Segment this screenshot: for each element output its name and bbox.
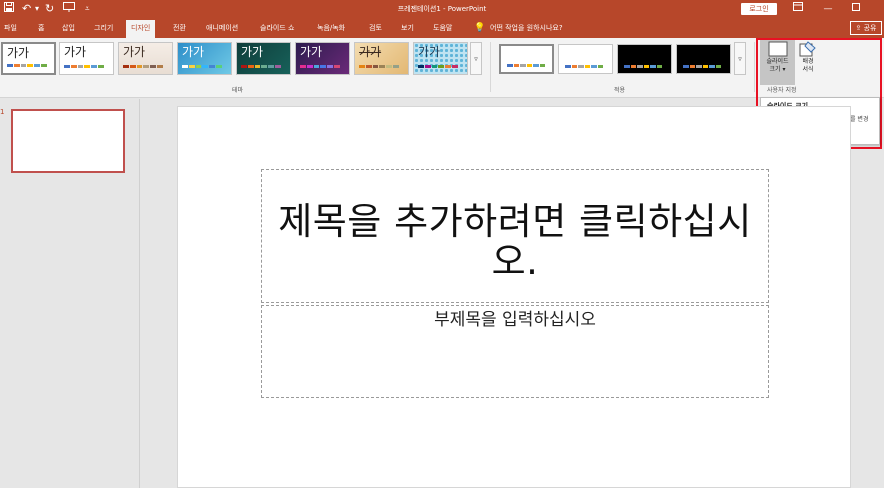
tab-draw[interactable]: 그리기 (94, 22, 113, 35)
tab-design[interactable]: 디자인 (126, 20, 156, 38)
subtitle-placeholder-text: 부제목을 입력하십시오 (434, 310, 596, 330)
minimize-icon[interactable]: — (820, 2, 836, 16)
tab-file[interactable]: 파일 (4, 22, 17, 35)
theme-slice[interactable]: 가가 (413, 42, 468, 75)
theme-sample-text: 가가 (64, 45, 87, 59)
theme-organic[interactable]: 가가 (295, 42, 350, 75)
theme-sample-text: 가가 (182, 45, 205, 59)
group-separator (490, 42, 491, 92)
theme-sample-text: 가가 (418, 45, 441, 59)
theme-office[interactable]: 가가 (1, 42, 56, 75)
tab-review[interactable]: 검토 (369, 22, 382, 35)
tab-help[interactable]: 도움말 (433, 22, 452, 35)
title-placeholder-text: 제목을 추가하려면 클릭하십시오. (278, 200, 752, 283)
tab-view[interactable]: 보기 (401, 22, 414, 35)
variant-2[interactable] (558, 44, 613, 74)
variant-gallery-more-icon[interactable]: ▿ (734, 42, 746, 75)
theme-sample-text: 가가 (359, 45, 382, 59)
theme-ion-boardroom[interactable]: 가가 (236, 42, 291, 75)
tab-record[interactable]: 녹음/녹화 (317, 22, 345, 35)
share-icon: ⇪ (855, 24, 862, 32)
theme-sample-text: 가가 (241, 45, 264, 59)
theme-office-2[interactable]: 가가 (59, 42, 114, 75)
tab-transitions[interactable]: 전환 (173, 22, 186, 35)
maximize-icon[interactable] (848, 2, 864, 16)
variants-group-label: 적용 (614, 87, 626, 94)
slide-canvas[interactable]: 제목을 추가하려면 클릭하십시오. 부제목을 입력하십시오 (177, 106, 851, 488)
title-bar: ↶ ▾ ↻ ⩡ 프레젠테이션1 - PowerPoint 로그인 — (0, 0, 884, 19)
theme-sample-text: 가가 (300, 45, 323, 59)
tab-home[interactable]: 홈 (38, 22, 44, 35)
share-label: 공유 (863, 24, 877, 32)
slide-thumbnail[interactable] (11, 109, 125, 173)
ribbon-tab-row: 파일 홈 삽입 그리기 디자인 전환 애니메이션 슬라이드 쇼 녹음/녹화 검토… (0, 19, 884, 38)
theme-sample-text: 가가 (123, 45, 146, 59)
theme-gallery-more-icon[interactable]: ▿ (470, 42, 482, 75)
theme-sample-text: 가가 (7, 46, 30, 60)
theme-facet[interactable]: 가가 (118, 42, 173, 75)
variant-4[interactable] (676, 44, 731, 74)
subtitle-placeholder[interactable]: 부제목을 입력하십시오 (261, 305, 769, 398)
variant-1[interactable] (499, 44, 554, 74)
login-button[interactable]: 로그인 (741, 3, 777, 15)
tab-slideshow[interactable]: 슬라이드 쇼 (260, 22, 294, 35)
tab-insert[interactable]: 삽입 (62, 22, 75, 35)
title-placeholder[interactable]: 제목을 추가하려면 클릭하십시오. (261, 169, 769, 303)
themes-group-label: 테마 (232, 87, 244, 94)
theme-retrospect[interactable]: 가가 (354, 42, 409, 75)
variant-3[interactable] (617, 44, 672, 74)
lightbulb-icon[interactable]: 💡 (474, 22, 485, 34)
ribbon-display-icon[interactable] (790, 2, 806, 16)
theme-ion[interactable]: 가가 (177, 42, 232, 75)
tell-me-search[interactable]: 어떤 작업을 원하시나요? (490, 22, 563, 35)
share-button[interactable]: ⇪ 공유 (850, 21, 882, 35)
tab-animations[interactable]: 애니메이션 (206, 22, 238, 35)
ribbon: 가가 가가 가가 가가 가가 가가 가가 가가 ▿ 테마 ▿ 적용 슬라이드 크… (0, 38, 884, 98)
slide-number: 1 (0, 108, 5, 116)
group-separator (754, 42, 755, 92)
slide-thumbnail-pane: 1 (0, 99, 140, 488)
